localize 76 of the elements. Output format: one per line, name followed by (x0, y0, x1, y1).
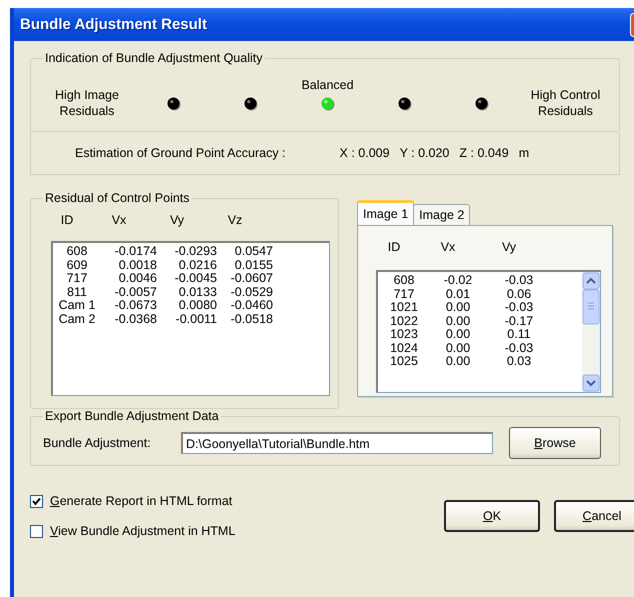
unit-label: m (518, 146, 530, 160)
table-cell-text: -0.0518 (230, 312, 273, 326)
table-cell-text: -0.0673 (114, 299, 157, 312)
table-cell-text: -0.03 (504, 342, 534, 355)
table-cell-text: 0.00 (444, 342, 472, 355)
accuracy-value: X : 0.009 (340, 146, 390, 160)
table-cell-text: 0.0216 (178, 258, 217, 272)
table-cell-text: 0.00 (444, 328, 472, 342)
table-cell-text: 0.11 (506, 328, 532, 342)
group-title: Residual of Control Points (44, 191, 191, 205)
column-header: ID (60, 213, 74, 229)
checkbox-label[interactable]: Generate Report in HTML format (50, 494, 232, 508)
table-cell-text: 0.06 (506, 288, 532, 301)
table-cell-text: 717 (66, 272, 88, 286)
column-header: Vy (500, 240, 518, 256)
checkbox[interactable] (30, 524, 43, 538)
table-cell-text: 0.00 (444, 355, 472, 368)
table-cell-text: -0.03 (504, 274, 534, 288)
table-cell-text: Cam 1 (58, 299, 96, 312)
table-cell-text: -0.0011 (174, 312, 217, 326)
accuracy-value: Y : 0.020 (400, 146, 450, 160)
table-cell-text: 0.01 (444, 288, 472, 301)
browse-button[interactable]: Browse (509, 427, 601, 459)
window-title: Bundle Adjustment Result (20, 16, 207, 33)
scale-label: High Image Residuals (54, 87, 120, 119)
table-cell-text: -0.0368 (114, 312, 157, 326)
column-header: ID (386, 240, 402, 256)
table-cell-text: -0.17 (504, 314, 534, 328)
table-cell-text: 0.0046 (118, 272, 157, 286)
accuracy-value: Z : 0.049 (459, 146, 509, 160)
table-cell-text: 0.0155 (234, 258, 273, 272)
table-cell-text: 1023 (389, 328, 419, 342)
scale-label: Balanced (301, 78, 354, 92)
table-cell-text: -0.0529 (230, 286, 273, 299)
table-cell-text: 0.0018 (118, 258, 157, 272)
table-cell-text: 0.0547 (234, 245, 273, 258)
path-field[interactable]: D:\Goonyella\Tutorial\Bundle.htm (181, 432, 493, 454)
checkbox[interactable] (30, 494, 43, 508)
table-cell-text: -0.0045 (174, 272, 217, 286)
table-cell-text: 1022 (389, 314, 419, 328)
table-cell-text: 811 (66, 286, 88, 299)
table-cell-text: 0.0133 (178, 286, 217, 299)
table-cell-text: 717 (392, 288, 416, 301)
checkbox-label[interactable]: View Bundle Adjustment in HTML (50, 524, 236, 538)
table-cell-text: 0.0080 (178, 299, 217, 312)
table-cell-text: -0.0460 (230, 299, 273, 312)
group-title: Export Bundle Adjustment Data (44, 409, 220, 423)
table-cell-text: 609 (66, 258, 88, 272)
group-title: Indication of Bundle Adjustment Quality (44, 51, 264, 65)
table-cell-text: 1024 (389, 342, 419, 355)
table-cell-text: 608 (392, 274, 416, 288)
dialog-button[interactable]: Cancel (554, 500, 634, 532)
column-header: Vy (168, 213, 186, 229)
table-cell-text: 0.00 (444, 314, 472, 328)
table-cell-text: 1021 (389, 301, 419, 314)
tab[interactable]: Image 2 (413, 204, 470, 225)
table-cell-text: -0.0057 (114, 286, 157, 299)
table-cell-text: 1025 (389, 355, 419, 368)
table-cell-text: 0.03 (506, 355, 532, 368)
table-cell-text: 608 (66, 245, 88, 258)
column-header: Vz (226, 213, 244, 229)
table-cell-text: -0.03 (504, 301, 534, 314)
table-cell-text: -0.02 (442, 274, 474, 288)
accuracy-label: Estimation of Ground Point Accuracy : (75, 146, 286, 160)
dialog-button[interactable]: OK (444, 500, 540, 532)
scale-label: High Control Residuals (530, 87, 602, 119)
table-cell-text: Cam 2 (58, 312, 96, 326)
table-cell-text: -0.0293 (174, 245, 217, 258)
table-cell-text: 0.00 (444, 301, 472, 314)
table-cell-text: -0.0607 (230, 272, 273, 286)
column-header: Vx (440, 240, 456, 256)
column-header: Vx (110, 213, 128, 229)
field-label: Bundle Adjustment: (43, 436, 152, 450)
tab[interactable]: Image 1 (357, 200, 414, 225)
scrollbar[interactable] (582, 272, 600, 392)
table-cell-text: -0.0174 (114, 245, 157, 258)
